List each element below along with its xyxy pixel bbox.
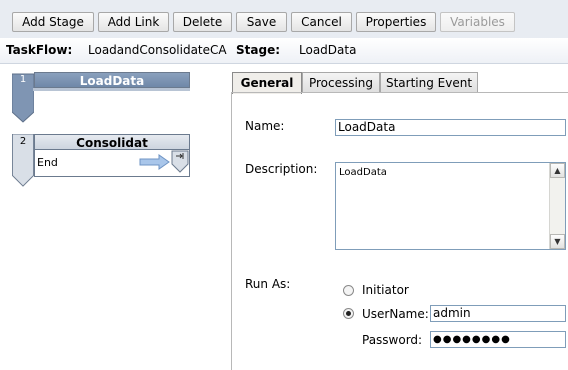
toolbar: Add Stage Add Link Delete Save Cancel Pr…	[0, 0, 568, 38]
tab-general[interactable]: General	[232, 72, 302, 94]
initiator-label: Initiator	[362, 283, 409, 297]
taskflow-header: TaskFlow: LoadandConsolidateCA Stage: Lo…	[0, 38, 568, 64]
stage-underline	[33, 88, 190, 91]
tab-starting-event[interactable]: Starting Event	[380, 72, 478, 93]
tab-processing[interactable]: Processing	[302, 72, 380, 93]
stage-title[interactable]: Consolidat	[34, 134, 190, 150]
right-arrow-icon	[139, 154, 170, 170]
description-field[interactable]: LoadData ▲ ▼	[335, 162, 566, 250]
description-text: LoadData	[339, 167, 387, 178]
link-end-label: End	[37, 156, 58, 169]
stage-number: 1	[19, 74, 27, 85]
initiator-radio[interactable]	[343, 285, 354, 296]
stage-label: Stage:	[236, 43, 281, 57]
save-button[interactable]: Save	[236, 12, 287, 32]
taskflow-label: TaskFlow:	[6, 43, 73, 57]
description-label: Description:	[245, 162, 318, 176]
add-stage-button[interactable]: Add Stage	[12, 12, 94, 32]
stage-link-area: End	[34, 150, 190, 177]
scroll-up-icon[interactable]: ▲	[550, 163, 565, 178]
password-field[interactable]: ●●●●●●●●	[430, 331, 566, 348]
password-label: Password:	[362, 333, 423, 347]
username-field[interactable]: admin	[430, 305, 566, 322]
add-link-button[interactable]: Add Link	[98, 12, 169, 32]
link-end-marker-icon[interactable]	[171, 150, 189, 174]
stage-title[interactable]: LoadData	[34, 72, 190, 88]
stage-card-consolidat[interactable]: 2 Consolidat End	[12, 134, 190, 190]
run-as-label: Run As:	[245, 277, 291, 291]
description-scrollbar[interactable]: ▲ ▼	[549, 163, 565, 249]
cancel-button[interactable]: Cancel	[291, 12, 352, 32]
scroll-down-icon[interactable]: ▼	[550, 234, 565, 249]
name-label: Name:	[245, 119, 285, 133]
username-label: UserName:	[362, 307, 429, 321]
variables-button: Variables	[440, 12, 515, 32]
name-field[interactable]: LoadData	[335, 119, 566, 136]
stage-number: 2	[19, 136, 27, 147]
stage-card-loaddata[interactable]: 1 LoadData	[12, 72, 190, 123]
taskflow-name: LoadandConsolidateCA	[88, 43, 227, 57]
stage-name: LoadData	[299, 43, 357, 57]
username-radio[interactable]	[343, 308, 354, 319]
properties-button[interactable]: Properties	[356, 12, 436, 32]
delete-button[interactable]: Delete	[173, 12, 232, 32]
